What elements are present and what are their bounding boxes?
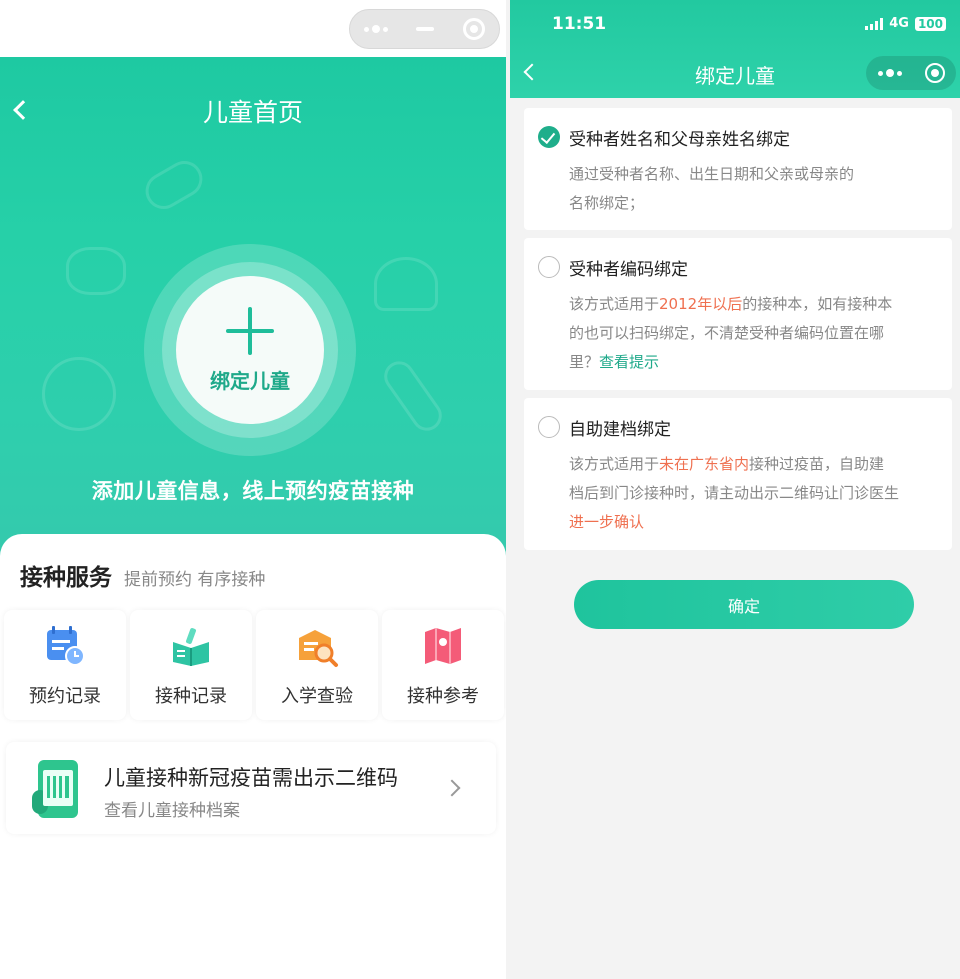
hero-slogan: 添加儿童信息，线上预约疫苗接种 xyxy=(91,479,415,503)
more-dots-icon[interactable] xyxy=(877,69,902,77)
status-time: 11:51 xyxy=(552,14,607,34)
service-subtitle: 提前预约 有序接种 xyxy=(124,570,266,590)
plus-icon xyxy=(226,306,274,355)
qr-banner-subtitle: 查看儿童接种档案 xyxy=(104,801,240,821)
child-home-screen: 儿童首页 绑定儿童 添加儿童信息，线上预约疫苗接种 接种服务 提前预约 有序接种 xyxy=(0,0,506,979)
option-title: 受种者姓名和父母亲姓名绑定 xyxy=(569,130,790,150)
page-title: 儿童首页 xyxy=(202,98,303,127)
service-school-check[interactable]: 入学查验 xyxy=(256,610,378,720)
service-label: 接种记录 xyxy=(155,686,227,707)
service-label: 接种参考 xyxy=(407,686,479,707)
battery-icon: 100 xyxy=(914,16,946,31)
service-card: 接种服务 提前预约 有序接种 预约记录 接种记录 入学查验 接种参考 儿童接种新… xyxy=(0,534,506,979)
radio-unchecked-icon[interactable] xyxy=(538,416,560,438)
decor-duck-icon xyxy=(66,247,126,295)
bind-child-button[interactable]: 绑定儿童 xyxy=(176,276,324,424)
decor-stroller-icon xyxy=(374,257,438,311)
service-title: 接种服务 xyxy=(20,565,112,591)
service-label: 预约记录 xyxy=(29,686,101,707)
highlight-text: 2012年以后 xyxy=(659,295,743,313)
network-type: 4G xyxy=(889,16,909,31)
service-vaccination-records[interactable]: 接种记录 xyxy=(130,610,252,720)
more-dots-icon[interactable] xyxy=(364,25,389,33)
signal-icon xyxy=(865,17,884,30)
covid-qr-banner[interactable]: 儿童接种新冠疫苗需出示二维码 查看儿童接种档案 xyxy=(6,742,496,834)
service-appointment-records[interactable]: 预约记录 xyxy=(4,610,126,720)
bind-child-halo: 绑定儿童 xyxy=(144,244,356,456)
map-guide-icon xyxy=(421,624,465,668)
decor-thermometer-icon xyxy=(378,355,448,437)
confirm-button[interactable]: 确定 xyxy=(574,580,914,629)
option-code-binding[interactable]: 受种者编码绑定 该方式适用于2012年以后的接种本，如有接种本的也可以扫码绑定，… xyxy=(524,238,952,390)
option-description: 该方式适用于未在广东省内接种过疫苗，自助建档后到门诊接种时，请主动出示二维码让门… xyxy=(569,455,900,531)
service-label: 入学查验 xyxy=(281,686,353,707)
screenshot-root: 儿童首页 绑定儿童 添加儿童信息，线上预约疫苗接种 接种服务 提前预约 有序接种 xyxy=(0,0,960,979)
option-title: 自助建档绑定 xyxy=(569,420,671,440)
option-self-archive-binding[interactable]: 自助建档绑定 该方式适用于未在广东省内接种过疫苗，自助建档后到门诊接种时，请主动… xyxy=(524,398,952,550)
calendar-clock-icon xyxy=(43,624,87,668)
chevron-right-icon xyxy=(443,779,461,797)
mini-program-topbar xyxy=(0,0,506,57)
nav-bar: 儿童首页 xyxy=(0,57,506,161)
option-description: 该方式适用于2012年以后的接种本，如有接种本的也可以扫码绑定，不清楚受种者编码… xyxy=(569,295,893,371)
qr-banner-title: 儿童接种新冠疫苗需出示二维码 xyxy=(104,766,398,790)
service-grid: 预约记录 接种记录 入学查验 接种参考 xyxy=(4,610,504,720)
bind-child-label: 绑定儿童 xyxy=(210,368,290,393)
option-description: 通过受种者名称、出生日期和父亲或母亲的 名称绑定； xyxy=(569,165,855,212)
school-search-icon xyxy=(295,624,339,668)
vaccine-book-icon xyxy=(169,624,213,668)
minimize-icon[interactable] xyxy=(416,27,435,31)
hero-banner: 儿童首页 绑定儿童 添加儿童信息，线上预约疫苗接种 xyxy=(0,57,506,567)
bind-child-screen: 11:51 4G 100 绑定儿童 受种者姓名和父母亲姓名绑定 通过受种者名称、… xyxy=(510,0,960,979)
option-name-binding[interactable]: 受种者姓名和父母亲姓名绑定 通过受种者名称、出生日期和父亲或母亲的 名称绑定； xyxy=(524,108,952,230)
mini-program-capsule[interactable] xyxy=(866,56,956,90)
close-target-icon[interactable] xyxy=(924,63,945,83)
close-target-icon[interactable] xyxy=(462,18,485,40)
decor-face-icon xyxy=(42,357,116,431)
decor-bottle-icon xyxy=(139,154,209,216)
highlight-text: 进一步确认 xyxy=(569,513,645,531)
mini-program-capsule[interactable] xyxy=(349,9,500,49)
radio-unchecked-icon[interactable] xyxy=(538,256,560,278)
option-title: 受种者编码绑定 xyxy=(569,260,688,280)
phone-qr-icon xyxy=(32,760,78,818)
nav-header: 11:51 4G 100 绑定儿童 xyxy=(510,0,960,98)
service-vaccination-reference[interactable]: 接种参考 xyxy=(382,610,504,720)
service-header: 接种服务 提前预约 有序接种 xyxy=(20,558,265,592)
view-tips-link[interactable]: 查看提示 xyxy=(599,353,659,371)
status-indicators: 4G 100 xyxy=(865,16,946,31)
highlight-text: 未在广东省内 xyxy=(659,455,750,473)
radio-checked-icon[interactable] xyxy=(538,126,560,148)
